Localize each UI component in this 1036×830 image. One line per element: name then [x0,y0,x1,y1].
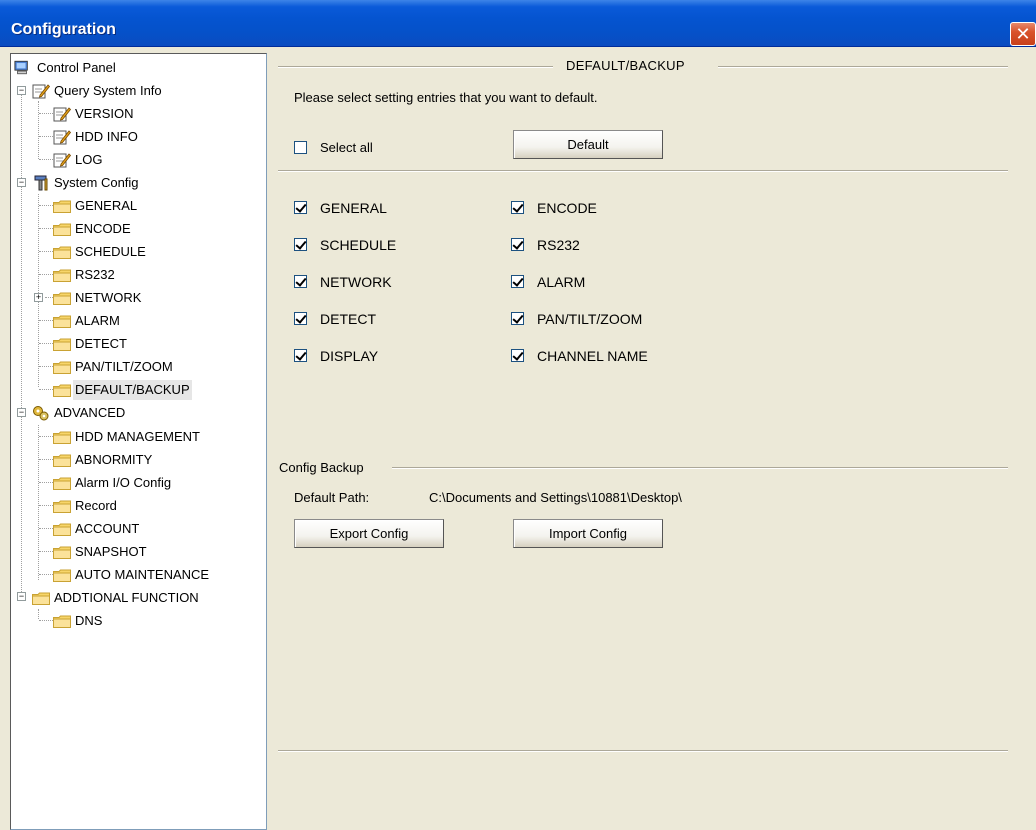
option-label: ENCODE [537,200,597,216]
import-config-button[interactable]: Import Config [513,519,663,548]
export-config-button[interactable]: Export Config [294,519,444,548]
title-bar: Configuration ✕ [0,0,1036,47]
select-all-label: Select all [320,140,373,155]
divider [392,467,1008,469]
checkbox-box[interactable] [294,275,307,288]
tree-item-label: Record [75,498,117,513]
tree-item-label: SNAPSHOT [75,544,147,559]
divider [718,66,1008,68]
checkbox-box[interactable] [511,312,524,325]
checkbox-box[interactable] [511,275,524,288]
checkbox-box[interactable] [294,201,307,214]
edit-icon [53,152,71,168]
folder-icon [53,200,71,213]
default-button[interactable]: Default [513,130,663,159]
folder-icon [53,315,71,328]
tree-item-label: ADDTIONAL FUNCTION [54,590,199,605]
tree-item-label: Query System Info [54,83,162,98]
tree-item-label: Alarm I/O Config [75,475,172,490]
computer-icon [14,60,30,75]
config-tree[interactable]: − − + − − Control Panel Query System Inf… [10,53,267,830]
tree-item-label: ENCODE [75,221,131,236]
checkbox-box[interactable] [511,349,524,362]
tree-item-label: GENERAL [75,198,138,213]
tree-item-label: AUTO MAINTENANCE [75,567,210,582]
option-label: SCHEDULE [320,237,397,253]
folder-icon [53,246,71,259]
folder-icon [53,223,71,236]
checkbox-box[interactable] [511,238,524,251]
checkbox-box[interactable] [294,238,307,251]
window-title: Configuration [11,21,116,38]
edit-icon [53,106,71,122]
tree-item-label: NETWORK [75,290,142,305]
edit-icon [32,83,50,99]
option-label: NETWORK [320,274,392,290]
collapse-icon[interactable]: − [17,178,26,187]
checkbox-box[interactable] [294,312,307,325]
folder-icon [53,361,71,374]
divider [278,66,553,68]
tree-item-label: DEFAULT/BACKUP [73,380,192,400]
folder-icon [53,615,71,628]
instruction-text: Please select setting entries that you w… [294,90,598,105]
collapse-icon[interactable]: − [17,592,26,601]
settings-panel: DEFAULT/BACKUP Please select setting ent… [268,53,1036,830]
folder-icon [53,546,71,559]
divider [278,750,1008,752]
option-label: GENERAL [320,200,387,216]
checkbox-box[interactable] [294,141,307,154]
tree-item-label: ALARM [75,313,120,328]
option-label: RS232 [537,237,580,253]
tree-item-label: VERSION [75,106,134,121]
expand-icon[interactable]: + [34,293,43,302]
gears-icon [32,405,50,421]
option-label: PAN/TILT/ZOOM [537,311,643,327]
tree-item-label: DNS [75,613,103,628]
close-icon: ✕ [1015,24,1031,44]
tree-item-label: RS232 [75,267,115,282]
collapse-icon[interactable]: − [17,86,26,95]
tree-item-label: ADVANCED [54,405,126,420]
folder-icon [53,454,71,467]
folder-icon [53,523,71,536]
tree-item-label: Control Panel [37,60,116,75]
folder-icon [53,431,71,444]
section-header: DEFAULT/BACKUP [566,58,685,73]
checkbox-box[interactable] [294,349,307,362]
option-label: DISPLAY [320,348,379,364]
folder-icon [53,477,71,490]
tree-item-label: DETECT [75,336,127,351]
tree-item-label: LOG [75,152,103,167]
close-button[interactable]: ✕ [1010,22,1036,46]
folder-icon [32,592,50,605]
folder-icon [53,338,71,351]
divider [278,170,1008,172]
tree-item-label: HDD MANAGEMENT [75,429,200,444]
tree-item-label: SCHEDULE [75,244,146,259]
backup-section-header: Config Backup [279,460,364,475]
tree-item-label: ACCOUNT [75,521,140,536]
folder-icon [53,500,71,513]
edit-icon [53,129,71,145]
tree-item-label: System Config [54,175,139,190]
checkbox-box[interactable] [511,201,524,214]
tree-item-label: HDD INFO [75,129,138,144]
option-label: DETECT [320,311,376,327]
tools-icon [32,175,50,191]
folder-icon [53,269,71,282]
collapse-icon[interactable]: − [17,408,26,417]
option-label: ALARM [537,274,586,290]
folder-icon [53,569,71,582]
option-label: CHANNEL NAME [537,348,648,364]
default-path-value: C:\Documents and Settings\10881\Desktop\ [429,490,682,505]
folder-icon [53,292,71,305]
tree-item-label: ABNORMITY [75,452,153,467]
tree-item-label: PAN/TILT/ZOOM [75,359,173,374]
default-path-label: Default Path: [294,490,370,505]
folder-icon [53,384,71,397]
